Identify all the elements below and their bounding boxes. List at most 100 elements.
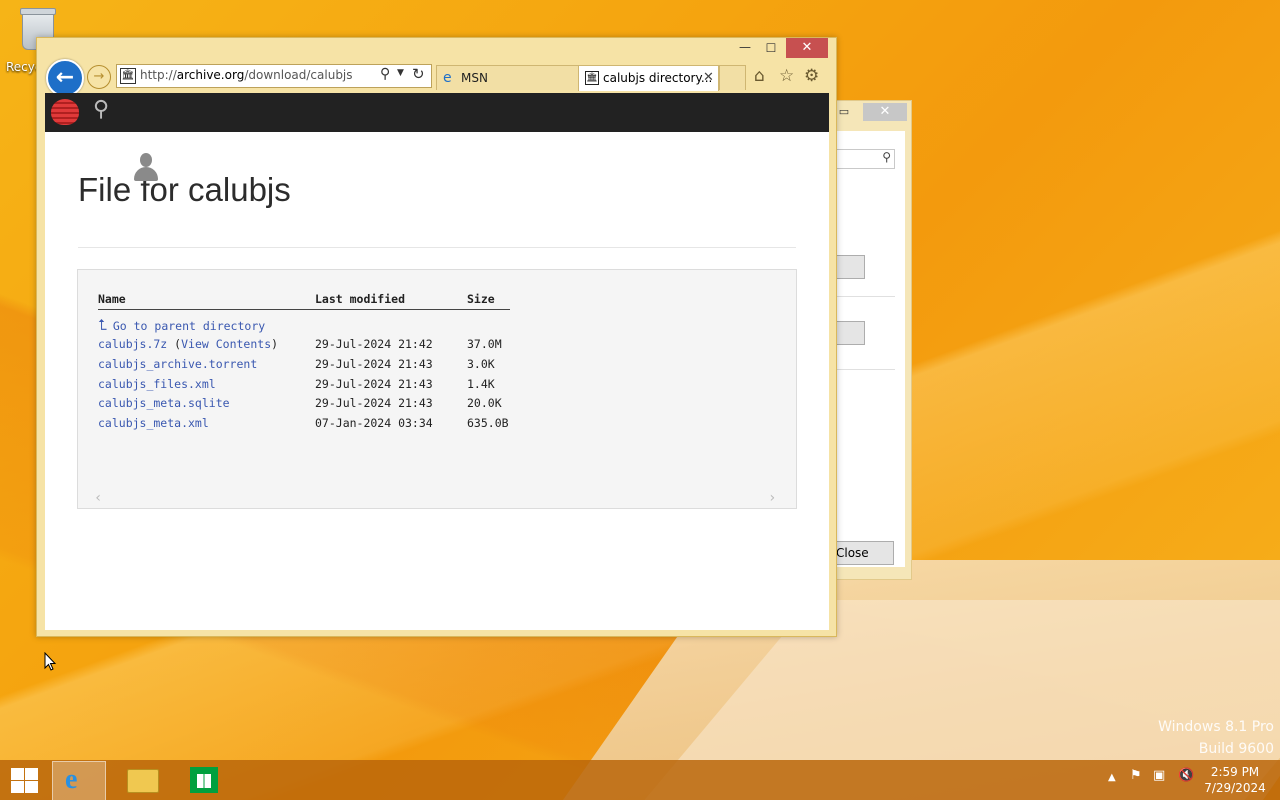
- paren-close: ): [271, 337, 279, 351]
- watermark-build: Build 9600: [1198, 741, 1274, 757]
- windows-logo-tile: [25, 781, 38, 793]
- tab-msn[interactable]: e MSN: [436, 65, 579, 90]
- address-bar[interactable]: 🏛 http://archive.org/download/calubjs ⚲ …: [116, 64, 432, 88]
- file-link[interactable]: calubjs_meta.sqlite: [98, 396, 230, 410]
- paren-open: (: [167, 337, 182, 351]
- search-icon: ⚲: [882, 150, 891, 164]
- archive-logo-icon[interactable]: [51, 99, 79, 125]
- dialog-divider: [835, 369, 895, 370]
- dialog-button[interactable]: [835, 255, 865, 279]
- url-domain: archive.org: [176, 68, 245, 82]
- person-icon-head: [140, 153, 152, 167]
- table-row: calubjs.7z (View Contents) 29-Jul-2024 2…: [98, 337, 538, 355]
- dialog-close-button[interactable]: ✕: [863, 103, 907, 121]
- modified-cell: 29-Jul-2024 21:42: [315, 337, 433, 351]
- taskbar-store[interactable]: [183, 764, 227, 796]
- person-icon: [133, 151, 159, 183]
- scroll-right-icon[interactable]: ›: [768, 490, 776, 506]
- table-row: calubjs_files.xml 29-Jul-2024 21:43 1.4K: [98, 377, 538, 395]
- show-hidden-icons-chevron-icon[interactable]: ▲: [1108, 772, 1116, 783]
- file-listing: Name Last modified Size ⮤ Go to parent di…: [77, 269, 797, 509]
- watermark-edition: Windows 8.1 Pro: [1158, 719, 1274, 735]
- ie-icon: e: [65, 764, 78, 795]
- dialog-divider: [835, 296, 895, 297]
- file-link[interactable]: calubjs.7z: [98, 337, 167, 351]
- taskbar: e ▲ ⚑ ▣ 🔇 2:59 PM 7/29/2024: [0, 760, 1280, 800]
- tab-label: MSN: [461, 71, 488, 85]
- volume-muted-icon[interactable]: 🔇: [1178, 768, 1194, 783]
- windows-logo-tile: [11, 781, 24, 793]
- size-cell: 635.0B: [467, 416, 509, 430]
- person-icon-body: [134, 167, 158, 181]
- search-icon[interactable]: ⚲: [93, 97, 109, 122]
- start-button[interactable]: [9, 766, 39, 794]
- table-row: calubjs_meta.xml 07-Jan-2024 03:34 635.0…: [98, 416, 538, 434]
- clock-time: 2:59 PM: [1210, 765, 1260, 779]
- modified-cell: 29-Jul-2024 21:43: [315, 377, 433, 391]
- view-contents-link[interactable]: View Contents: [181, 337, 271, 351]
- desktop: Recyc ▭ ✕ ⚲ Close — ☐ ✕ ← → 🏛 http://arc…: [0, 0, 1280, 800]
- folder-icon: [127, 769, 159, 793]
- taskbar-file-explorer[interactable]: [120, 764, 164, 796]
- scroll-left-icon[interactable]: ‹: [94, 490, 102, 506]
- action-center-flag-icon[interactable]: ⚑: [1130, 768, 1142, 783]
- file-link[interactable]: calubjs_meta.xml: [98, 416, 209, 430]
- taskbar-internet-explorer[interactable]: e: [52, 761, 106, 800]
- archive-favicon-icon: 🏛: [120, 68, 136, 84]
- column-header-name: Name: [98, 292, 126, 306]
- parent-directory-link[interactable]: Go to parent directory: [113, 319, 265, 333]
- modified-cell: 29-Jul-2024 21:43: [315, 357, 433, 371]
- dialog-button[interactable]: [835, 321, 865, 345]
- windows-logo-tile: [25, 768, 38, 780]
- system-clock[interactable]: 2:59 PM 7/29/2024: [1200, 764, 1270, 796]
- url-prefix: http://: [140, 68, 177, 82]
- dialog-close-text-button[interactable]: Close: [835, 541, 894, 565]
- search-icon[interactable]: ⚲: [380, 66, 390, 82]
- dialog-maximize-button[interactable]: ▭: [835, 104, 853, 120]
- file-link[interactable]: calubjs_archive.torrent: [98, 357, 257, 371]
- new-tab-button[interactable]: [719, 65, 746, 90]
- address-url[interactable]: http://archive.org/download/calubjs: [140, 68, 353, 82]
- store-icon: [190, 767, 218, 793]
- dialog-body: ⚲ Close: [835, 131, 905, 567]
- tab-close-icon[interactable]: ✕: [703, 66, 714, 90]
- archive-favicon-icon: 🏛: [585, 71, 599, 85]
- size-cell: 20.0K: [467, 396, 502, 410]
- column-header-size: Size: [467, 292, 495, 306]
- close-button[interactable]: ✕: [786, 38, 828, 58]
- windows-logo-tile: [11, 768, 24, 780]
- parent-directory-row[interactable]: ⮤ Go to parent directory: [98, 316, 538, 334]
- home-icon[interactable]: ⌂: [754, 65, 765, 87]
- page-content: ⚲ File for calubjs Name Last modified Si…: [45, 93, 829, 630]
- table-row: calubjs_meta.sqlite 29-Jul-2024 21:43 20…: [98, 396, 538, 414]
- dialog-search-input[interactable]: ⚲: [835, 149, 895, 169]
- forward-button[interactable]: →: [87, 65, 111, 89]
- modified-cell: 07-Jan-2024 03:34: [315, 416, 433, 430]
- size-cell: 37.0M: [467, 337, 502, 351]
- modified-cell: 29-Jul-2024 21:43: [315, 396, 433, 410]
- page-title: File for calubjs: [78, 171, 291, 209]
- minimize-button[interactable]: —: [734, 38, 756, 58]
- gear-icon[interactable]: ⚙: [804, 65, 819, 87]
- title-divider: [78, 247, 796, 248]
- file-link[interactable]: calubjs_files.xml: [98, 377, 216, 391]
- network-icon[interactable]: ▣: [1153, 768, 1165, 783]
- back-button[interactable]: ←: [46, 59, 84, 97]
- chevron-down-icon[interactable]: ▼: [397, 68, 404, 78]
- browser-window: — ☐ ✕ ← → 🏛 http://archive.org/download/…: [36, 37, 837, 637]
- size-cell: 3.0K: [467, 357, 495, 371]
- size-cell: 1.4K: [467, 377, 495, 391]
- title-prefix: File: [78, 171, 132, 208]
- table-row: calubjs_archive.torrent 29-Jul-2024 21:4…: [98, 357, 538, 375]
- maximize-button[interactable]: ☐: [759, 38, 783, 58]
- listing-header-row: Name Last modified Size: [98, 292, 510, 310]
- ie-icon: e: [443, 70, 452, 86]
- windows-watermark: Windows 8.1 Pro Build 9600: [1158, 716, 1274, 760]
- favorites-star-icon[interactable]: ☆: [779, 65, 794, 87]
- refresh-icon[interactable]: ↻: [412, 65, 425, 83]
- site-header: ⚲: [45, 93, 829, 132]
- tab-label: calubjs directory...: [603, 71, 713, 85]
- tab-calubjs-directory[interactable]: 🏛 calubjs directory... ✕: [578, 65, 719, 91]
- url-path: /download/calubjs: [244, 68, 353, 82]
- clock-date: 7/29/2024: [1204, 781, 1266, 795]
